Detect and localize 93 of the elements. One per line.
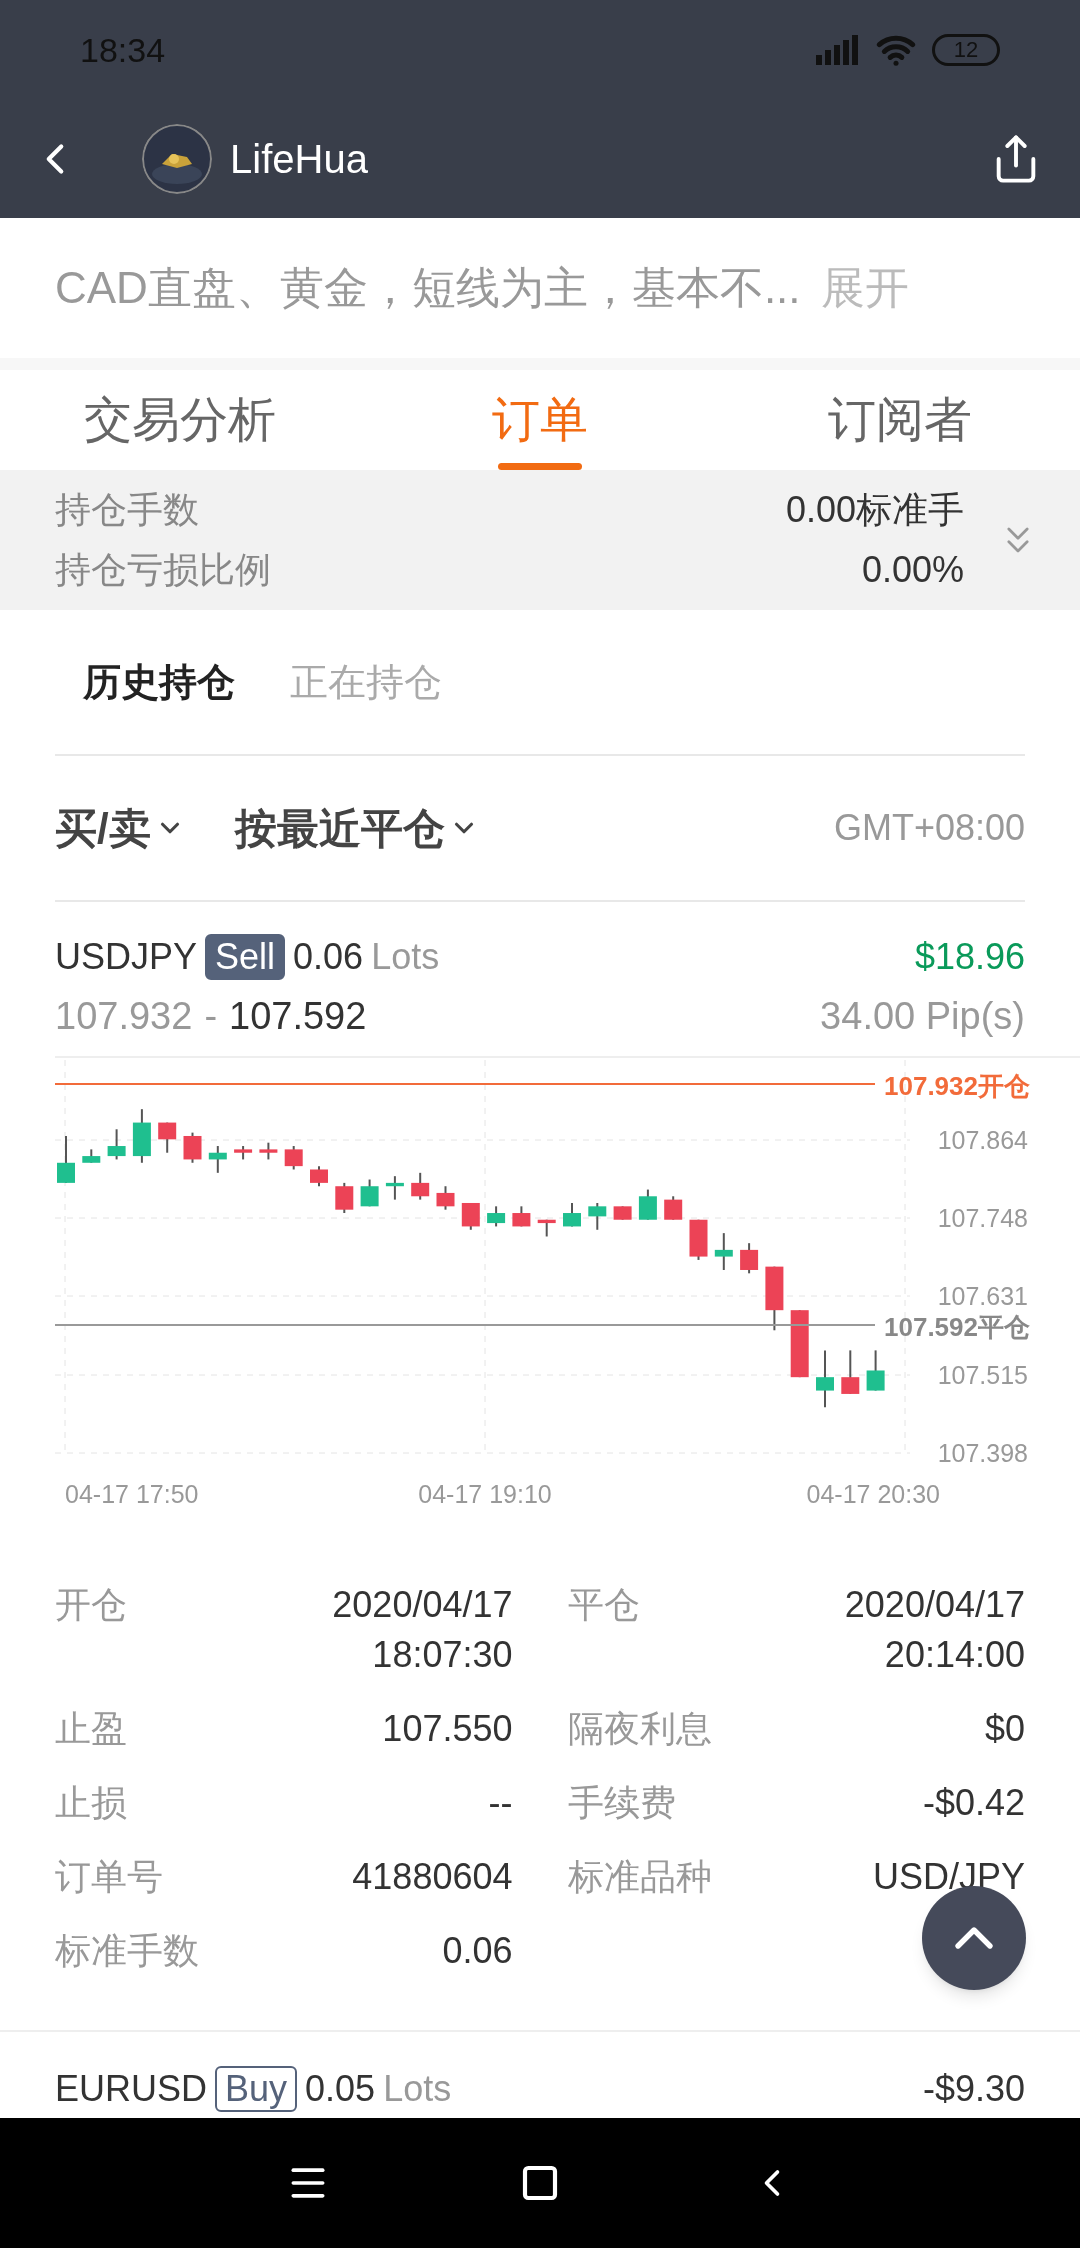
strategy-text: CAD直盘、黄金，短线为主，基本不... (55, 262, 801, 314)
lots-unit: Lots (371, 935, 440, 979)
battery-indicator: 12 (932, 34, 1000, 66)
candlestick (816, 1349, 834, 1409)
detail-value: USD/JPY (872, 1855, 1025, 1899)
open-price: 107.932 (55, 994, 193, 1039)
symbol-text: USDJPY (55, 935, 198, 979)
candlestick (310, 1165, 328, 1188)
tab[interactable]: 订阅者 (720, 370, 1080, 470)
header-title: LifeHua (230, 136, 368, 183)
side-badge: Sell (205, 934, 286, 980)
x-axis-label: 04-17 17:50 (65, 1480, 199, 1508)
detail-label: 止损 (55, 1781, 127, 1825)
lots-unit: Lots (383, 2067, 452, 2111)
candlestick (563, 1202, 581, 1228)
lots-value: 0.06 (293, 935, 364, 979)
candlestick (537, 1218, 556, 1238)
lots-value: 0.05 (305, 2067, 376, 2111)
candlestick (284, 1145, 303, 1171)
square-icon (520, 2163, 560, 2203)
side-badge: Buy (215, 2066, 298, 2112)
detail-value: -- (488, 1781, 513, 1825)
detail-label: 隔夜利息 (567, 1707, 712, 1751)
symbol-text: EURUSD (55, 2067, 207, 2111)
candlestick (613, 1205, 632, 1221)
detail-value: 0.06 (442, 1929, 513, 1973)
tab[interactable]: 交易分析 (0, 370, 360, 470)
close-price: 107.592 (229, 994, 367, 1039)
filter-dropdown[interactable]: 按最近平仓 (234, 796, 479, 860)
y-axis-label: 107.748 (937, 1204, 1028, 1232)
nav-home-button[interactable] (520, 2163, 560, 2203)
candlestick (714, 1232, 733, 1271)
candlestick (385, 1175, 404, 1201)
y-axis-label: 107.864 (937, 1126, 1028, 1154)
detail-value: 2020/04/17 18:07:30 (332, 1583, 513, 1677)
candlestick (132, 1108, 151, 1164)
candlestick (259, 1141, 278, 1161)
summary-value: 0.00标准手 (785, 488, 964, 532)
candlestick (689, 1218, 708, 1261)
pips-value: 34.00 Pip(s) (820, 994, 1025, 1039)
close-price-label: 107.592平仓 (884, 1312, 1030, 1342)
detail-label: 平仓 (567, 1583, 640, 1627)
detail-value: 2020/04/17 20:14:00 (844, 1583, 1025, 1677)
detail-label: 手续费 (567, 1781, 676, 1825)
detail-label: 订单号 (55, 1855, 163, 1899)
profit-value: $18.96 (914, 935, 1025, 979)
open-price-label: 107.932开仓 (884, 1071, 1030, 1101)
candlestick (411, 1171, 430, 1201)
status-time: 18:34 (80, 29, 166, 71)
signal-icon (816, 35, 860, 65)
summary-label: 持仓亏损比例 (55, 548, 271, 592)
detail-label: 开仓 (55, 1583, 127, 1627)
candlestick (335, 1181, 354, 1215)
candlestick (512, 1205, 531, 1228)
candlestick (841, 1349, 860, 1395)
separator-text: - (204, 994, 218, 1039)
candlestick (866, 1349, 885, 1392)
candlestick (57, 1135, 75, 1184)
y-axis-label: 107.515 (937, 1361, 1028, 1389)
detail-label: 标准手数 (55, 1929, 199, 1973)
detail-value: -$0.42 (922, 1781, 1025, 1825)
y-axis-label: 107.398 (937, 1439, 1028, 1467)
y-axis-label: 107.631 (937, 1282, 1028, 1310)
summary-value: 0.00% (861, 548, 964, 592)
candlestick (183, 1131, 202, 1164)
candlestick (436, 1185, 455, 1211)
detail-value: $0 (984, 1707, 1025, 1751)
detail-label: 标准品种 (567, 1855, 712, 1899)
candlestick (107, 1128, 126, 1161)
detail-value: 41880604 (352, 1855, 513, 1899)
candlestick (740, 1242, 759, 1275)
candlestick (461, 1202, 480, 1231)
candlestick (765, 1265, 784, 1332)
candlestick (790, 1309, 809, 1379)
candlestick (82, 1148, 101, 1164)
candlestick (487, 1205, 506, 1228)
detail-value: 107.550 (382, 1707, 513, 1751)
x-axis-label: 04-17 19:10 (418, 1480, 552, 1508)
candlestick (360, 1178, 379, 1208)
profit-value: -$9.30 (922, 2067, 1025, 2111)
candlestick (664, 1195, 683, 1221)
candlestick (588, 1202, 607, 1231)
tab[interactable]: 订单 (360, 370, 720, 470)
candlestick (234, 1145, 253, 1161)
sub-tab[interactable]: 历史持仓 (83, 653, 235, 711)
detail-label: 止盈 (55, 1707, 127, 1751)
candlestick (158, 1121, 177, 1154)
candlestick (638, 1188, 657, 1221)
summary-label: 持仓手数 (55, 488, 199, 532)
x-axis-label: 04-17 20:30 (806, 1480, 940, 1508)
filter-dropdown[interactable]: 买/卖 (55, 796, 185, 860)
timezone-text: GMT+08:00 (833, 806, 1025, 850)
candlestick (208, 1145, 227, 1174)
